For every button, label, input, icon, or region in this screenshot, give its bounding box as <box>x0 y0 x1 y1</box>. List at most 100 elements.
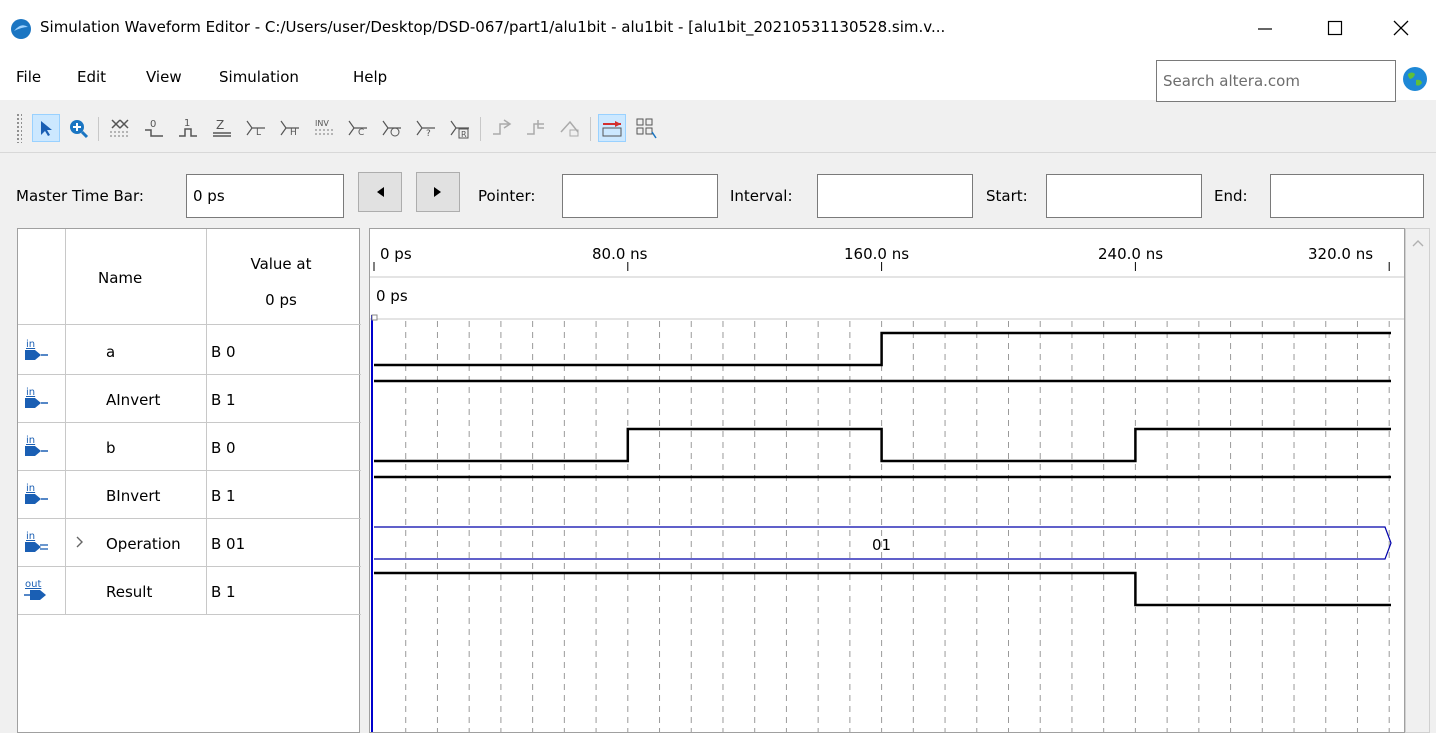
input-pin-icon: in <box>25 387 48 408</box>
pointer-arrow-icon <box>41 121 52 136</box>
menu-help[interactable]: Help <box>353 68 387 86</box>
input-pin-icon: in <box>25 435 48 456</box>
high-impedance-button[interactable]: Z <box>208 114 236 142</box>
menu-simulation[interactable]: Simulation <box>219 68 299 86</box>
waveform-panel[interactable]: 0 ps 80.0 ns 160.0 ns 240.0 ns 320.0 ns … <box>369 228 1405 733</box>
weak-high-button[interactable]: H <box>276 114 304 142</box>
maximize-button[interactable] <box>1300 0 1370 56</box>
quartus-app-icon <box>11 19 31 39</box>
stretch-icon <box>560 120 579 137</box>
weak-low-icon: L <box>246 120 265 138</box>
window-title: Simulation Waveform Editor - C:/Users/us… <box>40 18 946 36</box>
snap-to-grid-button[interactable] <box>488 114 516 142</box>
next-transition-button[interactable] <box>416 172 460 212</box>
master-time-bar-field[interactable] <box>186 174 344 218</box>
start-field[interactable] <box>1046 174 1202 218</box>
triangle-right-icon <box>434 187 441 197</box>
arbitrary-value-button[interactable]: ? <box>412 114 440 142</box>
signal-value: B 0 <box>211 439 236 457</box>
minimize-button[interactable] <box>1230 0 1300 56</box>
chevron-up-icon[interactable] <box>1406 233 1430 253</box>
signal-row-a[interactable]: in a B 0 <box>18 327 361 375</box>
signal-row-b[interactable]: in b B 0 <box>18 423 361 471</box>
menu-view[interactable]: View <box>146 68 182 86</box>
toolbar-separator <box>98 117 99 141</box>
ruler-label-240: 240.0 ns <box>1098 245 1164 263</box>
signal-row-binvert[interactable]: in BInvert B 1 <box>18 471 361 519</box>
invert-button[interactable]: INV <box>310 114 338 142</box>
waveform-canvas[interactable] <box>370 229 1405 733</box>
selection-tool-button[interactable] <box>32 114 60 142</box>
signal-name: Operation <box>106 535 181 553</box>
unknown-x-icon <box>110 119 130 137</box>
search-box[interactable] <box>1156 60 1396 102</box>
trace-result <box>374 571 1391 607</box>
output-pin-icon: out <box>24 579 46 600</box>
search-input[interactable] <box>1157 61 1395 101</box>
close-button[interactable] <box>1366 0 1436 56</box>
svg-text:out: out <box>25 579 41 590</box>
random-values-button[interactable]: R <box>446 114 474 142</box>
group-signals-button[interactable] <box>632 114 660 142</box>
pointer-input[interactable] <box>563 175 717 217</box>
grid-lines-button[interactable] <box>598 114 626 142</box>
trace-a <box>374 331 1391 367</box>
value-column-header-line1[interactable]: Value at <box>206 255 356 273</box>
forcing-unknown-button[interactable] <box>106 114 134 142</box>
zoom-in-icon <box>70 120 89 139</box>
forcing-high-icon: 1 <box>179 118 197 137</box>
forcing-low-button[interactable]: 0 <box>140 114 168 142</box>
toolbar-grip[interactable] <box>16 113 22 143</box>
signal-value: B 1 <box>211 487 236 505</box>
grid-lines-icon <box>602 121 622 137</box>
signal-name: Result <box>106 583 153 601</box>
signal-name: BInvert <box>106 487 161 505</box>
svg-text:in: in <box>26 531 35 542</box>
snap-transitions-button[interactable] <box>522 114 550 142</box>
high-impedance-z-icon: Z <box>213 118 231 137</box>
end-field[interactable] <box>1270 174 1424 218</box>
weak-low-button[interactable]: L <box>242 114 270 142</box>
forcing-high-button[interactable]: 1 <box>174 114 202 142</box>
trace-b <box>374 427 1391 463</box>
ruler-label-160: 160.0 ns <box>844 245 910 263</box>
weak-high-icon: H <box>280 120 299 138</box>
stretch-button[interactable] <box>556 114 584 142</box>
menu-file[interactable]: File <box>16 68 41 86</box>
globe-icon[interactable] <box>1402 66 1428 92</box>
end-input[interactable] <box>1271 175 1423 217</box>
master-time-bar-label: Master Time Bar: <box>16 187 144 205</box>
interval-input[interactable] <box>818 175 972 217</box>
toolbar: 0 1 Z L H INV C ? R <box>0 105 1436 153</box>
signal-row-ainvert[interactable]: in AInvert B 1 <box>18 375 361 423</box>
svg-text:in: in <box>26 387 35 398</box>
chevron-right-icon[interactable] <box>70 532 90 552</box>
signal-row-result[interactable]: out Result B 1 <box>18 567 361 615</box>
zoom-tool-button[interactable] <box>64 114 92 142</box>
ruler-label-320: 320.0 ns <box>1308 245 1374 263</box>
snap-transitions-icon <box>527 120 544 135</box>
value-column-header-line2[interactable]: 0 ps <box>206 291 356 309</box>
master-time-bar-input[interactable] <box>187 175 343 217</box>
clock-icon <box>382 120 401 137</box>
end-label: End: <box>1214 187 1248 205</box>
svg-text:in: in <box>26 339 35 350</box>
vertical-scrollbar[interactable] <box>1405 228 1430 733</box>
start-label: Start: <box>986 187 1028 205</box>
pointer-field[interactable] <box>562 174 718 218</box>
interval-field[interactable] <box>817 174 973 218</box>
signal-table: Name Value at 0 ps in a B 0 in AInvert B… <box>17 228 361 733</box>
clock-button[interactable] <box>378 114 406 142</box>
maximize-icon <box>1327 20 1343 36</box>
menu-edit[interactable]: Edit <box>77 68 106 86</box>
count-value-button[interactable]: C <box>344 114 372 142</box>
svg-text:?: ? <box>426 129 431 139</box>
previous-transition-button[interactable] <box>358 172 402 212</box>
signal-name: AInvert <box>106 391 161 409</box>
svg-text:R: R <box>461 130 467 139</box>
toolbar-separator <box>480 117 481 141</box>
name-column-header[interactable]: Name <box>98 269 142 287</box>
signal-value: B 1 <box>211 391 236 409</box>
start-input[interactable] <box>1047 175 1201 217</box>
signal-row-operation[interactable]: in Operation B 01 <box>18 519 361 567</box>
